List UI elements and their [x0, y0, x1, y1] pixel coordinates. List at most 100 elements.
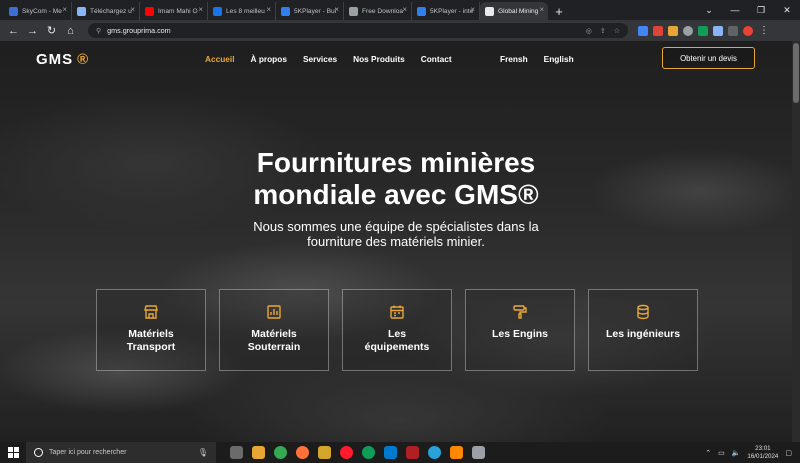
- system-tray: ⌃ ▭ 🔈 23:01 16/01/2024 ▢: [705, 445, 800, 461]
- hero-title: Fournitures minières mondiale avec GMS®: [253, 147, 539, 210]
- tab-close-icon[interactable]: ×: [334, 5, 339, 14]
- vlc-icon[interactable]: [450, 446, 463, 459]
- hero-subtitle: Nous sommes une équipe de spécialistes d…: [253, 219, 539, 249]
- app-icon[interactable]: [472, 446, 485, 459]
- tab-close-icon[interactable]: ×: [130, 5, 135, 14]
- telegram-icon[interactable]: [428, 446, 441, 459]
- taskbar-search[interactable]: Taper ici pour rechercher 🎙: [26, 442, 216, 463]
- extensions-bar: [638, 25, 753, 36]
- extension-icon[interactable]: [638, 25, 648, 36]
- card-engins[interactable]: Les Engins: [465, 289, 575, 371]
- sidebar-icon[interactable]: [728, 25, 738, 36]
- address-bar[interactable]: ⚲ gms.grouprima.com ◎ ⇪ ☆: [88, 23, 628, 38]
- card-materiels-transport[interactable]: Matériels Transport: [96, 289, 206, 371]
- tab-close-icon[interactable]: ×: [402, 5, 407, 14]
- site-info-icon[interactable]: ⚲: [96, 27, 101, 35]
- browser-tab[interactable]: Imam Mahi O ×: [140, 2, 208, 20]
- share-icon[interactable]: ⇪: [600, 27, 606, 35]
- reload-icon[interactable]: ↻: [44, 23, 59, 38]
- card-materiels-souterrain[interactable]: Matériels Souterrain: [219, 289, 329, 371]
- notification-icon[interactable]: ▢: [785, 449, 792, 457]
- nav-accueil[interactable]: Accueil: [205, 54, 235, 64]
- windows-start-button[interactable]: [0, 442, 26, 463]
- store-icon: [144, 305, 158, 319]
- tab-close-icon[interactable]: ×: [539, 5, 544, 14]
- browser-tab[interactable]: Les 8 meilleu ×: [208, 2, 276, 20]
- lang-english[interactable]: English: [544, 54, 574, 64]
- filezilla-icon[interactable]: [406, 446, 419, 459]
- taskbar-search-placeholder: Taper ici pour rechercher: [49, 449, 127, 456]
- forward-arrow-icon[interactable]: →: [25, 23, 40, 38]
- taskbar-apps: [230, 446, 485, 459]
- browser-tab-active[interactable]: Global Mining ×: [480, 2, 548, 20]
- app-icon[interactable]: [362, 446, 375, 459]
- tab-favicon-icon: [281, 7, 290, 16]
- minimize-icon[interactable]: —: [722, 0, 748, 20]
- bookmark-star-icon[interactable]: ☆: [614, 27, 620, 35]
- chrome-icon[interactable]: [274, 446, 287, 459]
- lang-french[interactable]: Frensh: [500, 54, 528, 64]
- tab-close-icon[interactable]: ×: [266, 5, 271, 14]
- tab-search-icon[interactable]: ⌄: [696, 0, 722, 20]
- puzzle-icon[interactable]: [713, 25, 723, 36]
- vscode-icon[interactable]: [384, 446, 397, 459]
- firefox-icon[interactable]: [296, 446, 309, 459]
- tab-close-icon[interactable]: ×: [470, 5, 475, 14]
- scrollbar-thumb[interactable]: [793, 43, 799, 103]
- home-icon[interactable]: ⌂: [63, 23, 78, 38]
- menu-dots-icon[interactable]: ⋮: [759, 25, 769, 36]
- site-logo[interactable]: GMS ®: [36, 51, 89, 68]
- google-lens-icon[interactable]: ◎: [586, 27, 592, 35]
- back-arrow-icon[interactable]: ←: [6, 23, 21, 38]
- extension-icon[interactable]: [653, 25, 663, 36]
- microphone-icon[interactable]: 🎙: [198, 448, 208, 457]
- network-icon[interactable]: ▭: [718, 449, 725, 457]
- nav-services[interactable]: Services: [303, 54, 337, 64]
- tab-favicon-icon: [349, 7, 358, 16]
- tab-close-icon[interactable]: ×: [198, 5, 203, 14]
- card-label: Matériels Souterrain: [247, 328, 301, 353]
- extension-icon[interactable]: [668, 25, 678, 36]
- quote-button[interactable]: Obtenir un devis: [662, 47, 755, 69]
- main-nav: Accueil À propos Services Nos Produits C…: [205, 54, 452, 64]
- chevron-up-icon[interactable]: ⌃: [705, 449, 711, 457]
- calendar-icon: [390, 305, 404, 319]
- browser-tab[interactable]: SkyCom - Me ×: [4, 2, 72, 20]
- chart-icon: [267, 305, 281, 319]
- card-label: Matériels Transport: [126, 328, 176, 353]
- extension-icon[interactable]: [683, 25, 693, 36]
- tab-favicon-icon: [9, 7, 18, 16]
- card-label: Les Engins: [491, 328, 548, 340]
- card-equipements[interactable]: Les équipements: [342, 289, 452, 371]
- tab-close-icon[interactable]: ×: [62, 5, 67, 14]
- taskbar-clock[interactable]: 23:01 16/01/2024: [747, 445, 778, 461]
- nav-contact[interactable]: Contact: [421, 54, 452, 64]
- browser-tab[interactable]: 5KPlayer - inte ×: [412, 2, 480, 20]
- new-tab-button[interactable]: +: [551, 2, 567, 20]
- category-cards: Matériels Transport Matériels Souterrain L…: [96, 289, 698, 371]
- app-icon[interactable]: [318, 446, 331, 459]
- website-page: GMS ® Accueil À propos Services Nos Produ…: [0, 41, 800, 442]
- tab-favicon-icon: [77, 7, 86, 16]
- search-circle-icon: [34, 448, 43, 457]
- profile-avatar[interactable]: [743, 25, 753, 36]
- nav-a-propos[interactable]: À propos: [251, 54, 287, 64]
- page-scrollbar[interactable]: [792, 41, 800, 442]
- task-view-icon[interactable]: [230, 446, 243, 459]
- card-label: Les équipements: [364, 328, 430, 353]
- browser-tab[interactable]: Téléchargez u ×: [72, 2, 140, 20]
- extension-icon[interactable]: [698, 25, 708, 36]
- database-icon: [637, 304, 649, 320]
- close-window-icon[interactable]: ✕: [774, 0, 800, 20]
- maximize-icon[interactable]: ❐: [748, 0, 774, 20]
- paint-roller-icon: [513, 305, 527, 319]
- opera-icon[interactable]: [340, 446, 353, 459]
- volume-icon[interactable]: 🔈: [732, 449, 741, 457]
- browser-tab[interactable]: Free Downloa ×: [344, 2, 412, 20]
- language-switcher: Frensh English: [500, 54, 574, 64]
- card-ingenieurs[interactable]: Les ingénieurs: [588, 289, 698, 371]
- browser-toolbar: ← → ↻ ⌂ ⚲ gms.grouprima.com ◎ ⇪ ☆ ⋮: [0, 20, 800, 41]
- nav-nos-produits[interactable]: Nos Produits: [353, 54, 405, 64]
- browser-tab[interactable]: 5KPlayer - Bui ×: [276, 2, 344, 20]
- file-explorer-icon[interactable]: [252, 446, 265, 459]
